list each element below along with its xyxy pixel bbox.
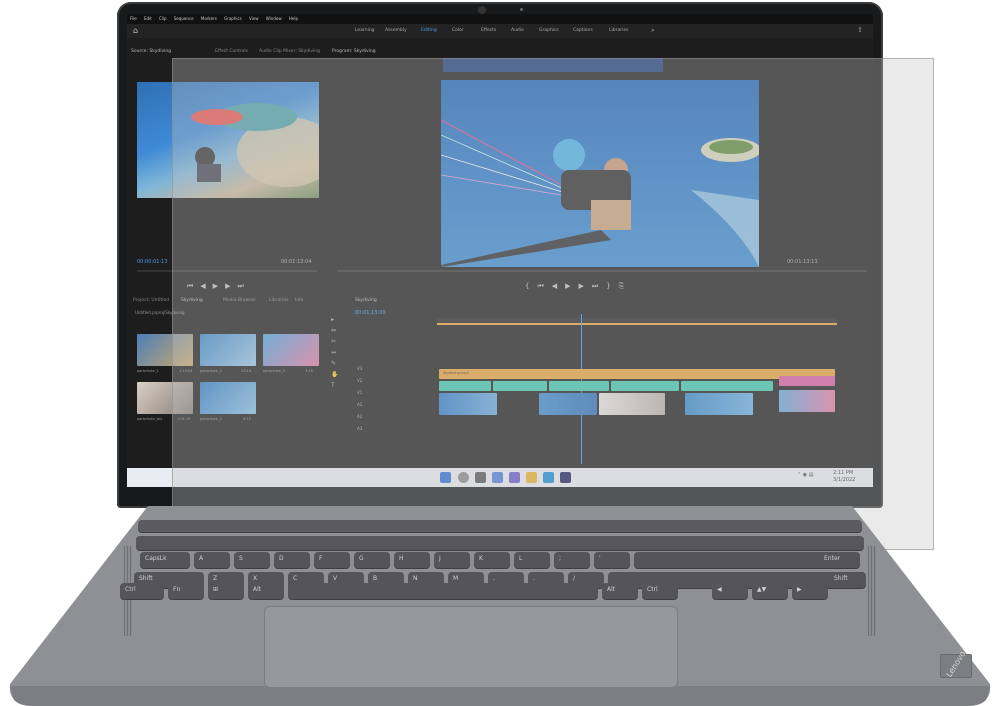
key-semicolon[interactable]: ; [554,552,590,568]
menu-graphics[interactable]: Graphics [224,16,242,21]
key-space[interactable] [288,583,598,599]
menu-view[interactable]: View [249,16,259,21]
share-icon[interactable]: ⇧ [857,26,863,34]
key-s[interactable]: S [234,552,270,568]
menu-bar: File Edit Clip Sequence Markers Graphics… [127,14,873,24]
workspace-bar: ⌂ Learning Assembly Editing Color Effect… [127,24,873,38]
key-g[interactable]: G [354,552,390,568]
source-tab[interactable]: Source: Skydiving [131,49,171,54]
privacy-screen-filter [172,58,934,550]
key-ctrl-right[interactable]: Ctrl [642,583,678,599]
workspace-assembly[interactable]: Assembly [385,28,407,33]
key-j[interactable]: J [434,552,470,568]
key-k[interactable]: K [474,552,510,568]
key-l[interactable]: L [514,552,550,568]
key-quote[interactable]: ' [594,552,630,568]
workspace-audio[interactable]: Audio [511,28,524,33]
key-alt-left[interactable]: Alt [248,583,284,599]
key-windows[interactable]: ⊞ [208,583,244,599]
menu-edit[interactable]: Edit [144,16,152,21]
key-alt-right[interactable]: Alt [602,583,638,599]
workspace-graphics[interactable]: Graphics [539,28,559,33]
key-arrow-updown[interactable]: ▲▼ [752,583,788,599]
key-fn[interactable]: Fn [168,583,204,599]
lenovo-logo: Lenovo [944,649,968,679]
key-ctrl-left[interactable]: Ctrl [120,583,164,599]
thumbnail-label: parachute_sky [137,417,163,421]
workspace-captions[interactable]: Captions [573,28,593,33]
program-tab[interactable]: Program: Skydiving [332,49,376,54]
key-a[interactable]: A [194,552,230,568]
function-key-row[interactable] [138,520,862,532]
menu-file[interactable]: File [130,16,137,21]
effect-controls-tab[interactable]: Effect Controls [215,49,248,54]
source-timecode[interactable]: 00:00:01:13 [137,259,168,265]
lenovo-badge: Lenovo [940,650,972,679]
key-enter[interactable]: Enter [634,552,860,568]
laptop-deck: CapsLk A S D F G H J K L ; ' Enter Shift… [0,506,1000,706]
menu-markers[interactable]: Markers [201,16,217,21]
audio-clip-mixer-tab[interactable]: Audio Clip Mixer: Skydiving [259,49,320,54]
workspace-libraries[interactable]: Libraries [609,28,628,33]
key-arrow-right[interactable]: ▶ [792,583,828,599]
workspace-editing[interactable]: Editing [421,28,437,33]
webcam [478,6,486,14]
speaker-grille-right [868,546,876,636]
key-capslock[interactable]: CapsLk [140,552,190,568]
more-workspaces-icon[interactable]: » [651,27,655,34]
workspace-effects[interactable]: Effects [481,28,496,33]
key-arrow-left[interactable]: ◀ [712,583,748,599]
thumbnail-label: parachute_1 [137,369,159,373]
project-tab[interactable]: Project: Untitled [133,298,169,303]
key-h[interactable]: H [394,552,430,568]
key-d[interactable]: D [274,552,310,568]
menu-clip[interactable]: Clip [159,16,167,21]
workspace-color[interactable]: Color [452,28,464,33]
menu-window[interactable]: Window [266,16,282,21]
menu-help[interactable]: Help [289,16,298,21]
webcam-indicator [520,8,523,11]
home-icon[interactable]: ⌂ [133,26,138,35]
menu-sequence[interactable]: Sequence [174,16,194,21]
workspace-learning[interactable]: Learning [355,28,375,33]
number-key-row[interactable] [136,536,864,550]
touchpad[interactable] [264,606,678,688]
key-f[interactable]: F [314,552,350,568]
